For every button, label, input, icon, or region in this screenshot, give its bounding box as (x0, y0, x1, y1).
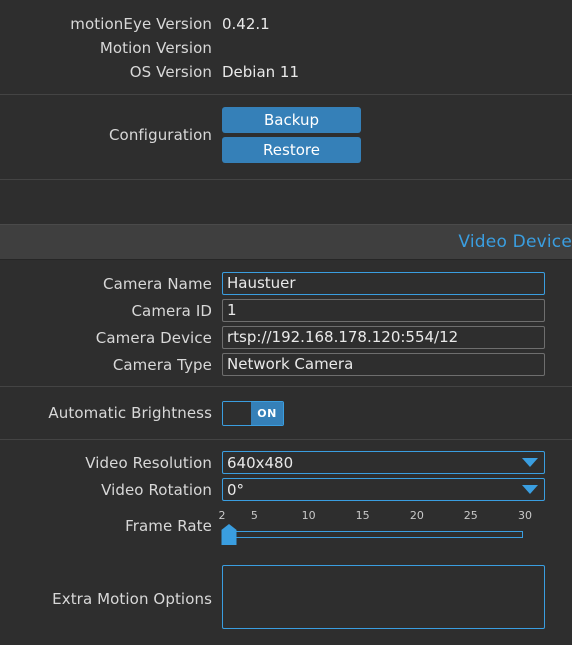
video-device-title: Video Device (458, 232, 572, 252)
chevron-down-icon (522, 458, 538, 467)
camera-fields-section: Camera Name Camera ID Camera Device Came… (0, 260, 572, 386)
frame-rate-tick: 25 (463, 509, 478, 522)
backup-button[interactable]: Backup (222, 107, 361, 133)
camera-name-input[interactable] (222, 272, 545, 295)
extra-motion-options-section: Extra Motion Options (0, 555, 572, 645)
camera-device-input[interactable] (222, 326, 545, 349)
toggle-state-label: ON (251, 401, 283, 425)
frame-rate-ticks: 2 5 10 15 20 25 30 (218, 509, 533, 525)
configuration-buttons: Backup Restore (222, 107, 572, 163)
motion-version-label: Motion Version (99, 39, 212, 57)
camera-type-control (222, 353, 572, 376)
camera-device-control (222, 326, 572, 349)
frame-rate-label: Frame Rate (125, 517, 212, 535)
video-rotation-row: Video Rotation 0° (0, 476, 572, 503)
extra-motion-options-row: Extra Motion Options (0, 565, 572, 633)
automatic-brightness-row: Automatic Brightness ON (0, 400, 572, 426)
video-rotation-control: 0° (222, 478, 572, 501)
video-rotation-select[interactable]: 0° (222, 478, 545, 501)
automatic-brightness-label: Automatic Brightness (48, 404, 212, 422)
camera-name-label: Camera Name (103, 274, 212, 293)
frame-rate-tick: 20 (409, 509, 424, 522)
field-row-camera-device: Camera Device (0, 324, 572, 351)
frame-rate-handle[interactable] (221, 524, 237, 545)
field-row-camera-type: Camera Type (0, 351, 572, 378)
video-settings-section: Video Resolution 640x480 Video Rotation … (0, 440, 572, 507)
frame-rate-section: Frame Rate 2 5 10 15 20 25 30 (0, 507, 572, 555)
camera-id-control (222, 299, 572, 322)
motioneye-version-label: motionEye Version (70, 15, 212, 33)
camera-type-input[interactable] (222, 353, 545, 376)
video-rotation-value: 0° (227, 480, 245, 499)
automatic-brightness-toggle[interactable]: ON (222, 400, 284, 426)
frame-rate-tick: 5 (250, 509, 258, 522)
frame-rate-tick: 10 (301, 509, 316, 522)
camera-id-input[interactable] (222, 299, 545, 322)
motioneye-version-value: 0.42.1 (222, 15, 270, 33)
version-info-section: motionEye Version 0.42.1 Motion Version … (0, 0, 572, 94)
toggle-knob (223, 401, 251, 425)
camera-device-label: Camera Device (95, 328, 212, 347)
version-row-os: OS Version Debian 11 (0, 60, 572, 84)
os-version-label: OS Version (129, 63, 212, 81)
motioneye-settings-panel: motionEye Version 0.42.1 Motion Version … (0, 0, 572, 645)
configuration-section: Configuration Backup Restore (0, 95, 572, 179)
frame-rate-tick: 2 (218, 509, 226, 522)
automatic-brightness-control: ON (222, 400, 572, 426)
camera-id-label: Camera ID (131, 301, 212, 320)
camera-name-control (222, 272, 572, 295)
video-resolution-label: Video Resolution (85, 453, 212, 472)
extra-motion-options-control (222, 565, 572, 633)
camera-type-label: Camera Type (112, 355, 212, 374)
frame-rate-row: Frame Rate 2 5 10 15 20 25 30 (0, 509, 572, 545)
automatic-brightness-section: Automatic Brightness ON (0, 387, 572, 439)
extra-motion-options-textarea[interactable] (222, 565, 545, 629)
configuration-label: Configuration (108, 126, 212, 144)
video-resolution-select[interactable]: 640x480 (222, 451, 545, 474)
field-row-camera-id: Camera ID (0, 297, 572, 324)
video-device-section-header[interactable]: Video Device (0, 224, 572, 260)
field-row-camera-name: Camera Name (0, 270, 572, 297)
version-row-motioneye: motionEye Version 0.42.1 (0, 12, 572, 36)
video-resolution-value: 640x480 (227, 453, 294, 472)
spacer-block (0, 180, 572, 224)
video-resolution-control: 640x480 (222, 451, 572, 474)
os-version-value: Debian 11 (222, 63, 300, 81)
frame-rate-tick: 15 (355, 509, 370, 522)
restore-button[interactable]: Restore (222, 137, 361, 163)
video-resolution-row: Video Resolution 640x480 (0, 449, 572, 476)
frame-rate-slider[interactable]: 2 5 10 15 20 25 30 (218, 509, 533, 545)
frame-rate-track[interactable] (222, 531, 523, 538)
frame-rate-tick: 30 (518, 509, 532, 522)
chevron-down-icon (522, 485, 538, 494)
extra-motion-options-label: Extra Motion Options (52, 590, 212, 608)
configuration-row: Configuration Backup Restore (0, 107, 572, 163)
video-rotation-label: Video Rotation (101, 480, 212, 499)
version-row-motion: Motion Version (0, 36, 572, 60)
frame-rate-control: 2 5 10 15 20 25 30 (218, 509, 572, 545)
